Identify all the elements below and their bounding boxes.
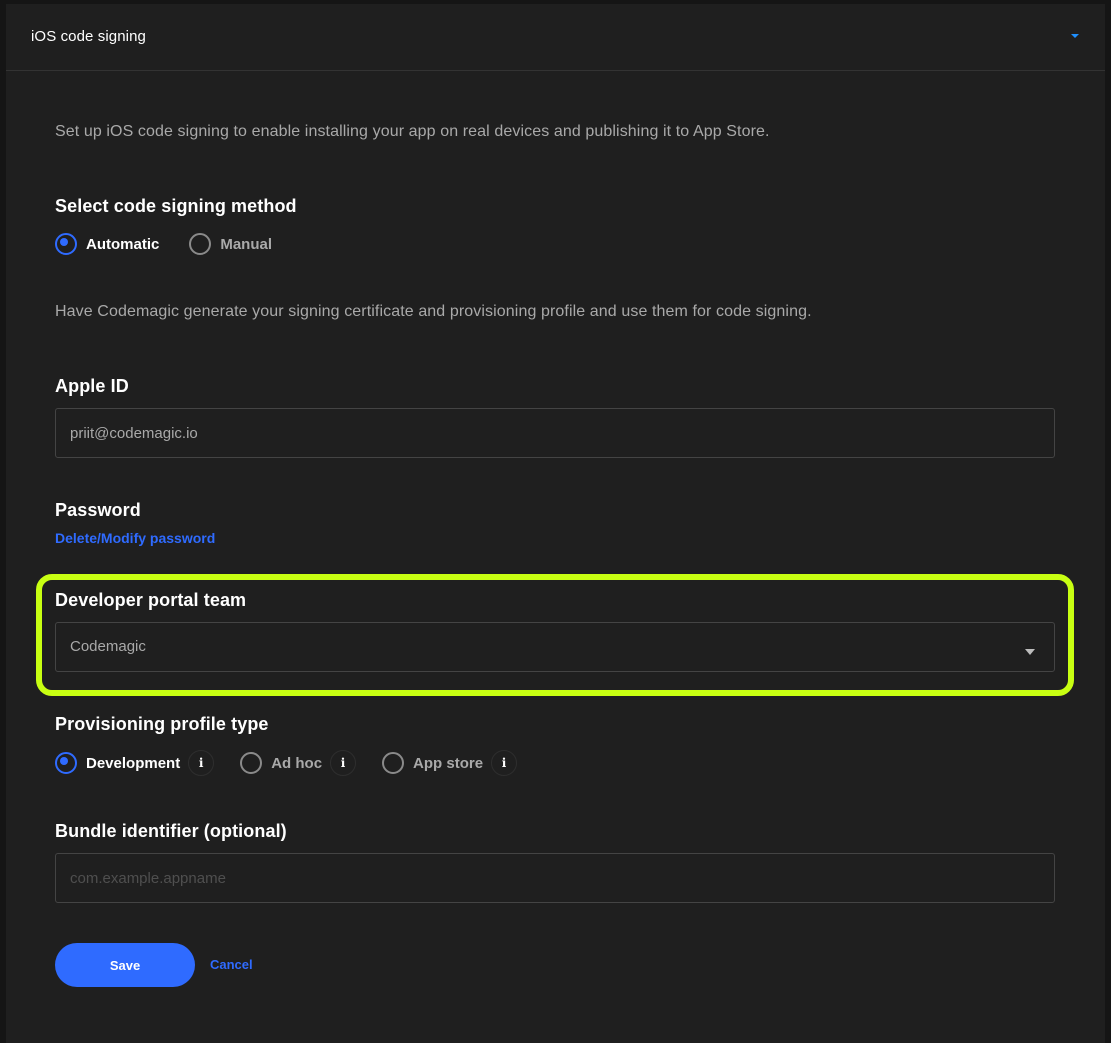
cancel-link[interactable]: Cancel [210,957,253,972]
apple-id-field[interactable] [55,408,1055,458]
intro-description: Set up iOS code signing to enable instal… [55,123,770,140]
radio-ad-hoc-label: Ad hoc [271,754,323,772]
signing-method-radio-group: Automatic Manual [55,233,272,255]
developer-team-select[interactable]: Codemagic [55,622,1055,672]
panel-header[interactable]: iOS code signing [6,4,1105,71]
radio-unchecked-icon[interactable] [240,752,263,774]
radio-app-store-label: App store [413,754,484,772]
info-icon[interactable]: i [491,750,518,776]
password-label: Password [55,500,141,520]
chevron-down-icon[interactable] [1067,28,1083,44]
panel-title: iOS code signing [31,28,147,45]
caret-down-icon [1024,643,1036,661]
profile-type-title: Provisioning profile type [55,714,269,734]
developer-team-selected: Codemagic [70,638,146,655]
modify-password-link[interactable]: Delete/Modify password [55,530,215,546]
radio-manual[interactable]: Manual [189,233,272,255]
bundle-id-label: Bundle identifier (optional) [55,821,287,841]
radio-unchecked-icon[interactable] [382,752,405,774]
radio-automatic-label: Automatic [86,235,160,253]
radio-manual-label: Manual [220,235,273,253]
radio-development-label: Development [86,754,181,772]
radio-checked-icon[interactable] [55,752,77,774]
radio-automatic[interactable]: Automatic [55,233,159,255]
radio-app-store[interactable]: App store [382,752,483,774]
signing-method-description: Have Codemagic generate your signing cer… [55,303,812,320]
radio-development[interactable]: Development [55,752,180,774]
developer-team-label: Developer portal team [55,590,247,610]
save-button[interactable]: Save [55,943,195,987]
bundle-id-field[interactable] [55,853,1055,903]
signing-method-title: Select code signing method [55,196,297,216]
info-icon[interactable]: i [330,750,357,776]
radio-ad-hoc[interactable]: Ad hoc [240,752,322,774]
profile-type-radio-group: Development i Ad hoc i App store i [55,750,518,776]
radio-checked-icon[interactable] [55,233,77,255]
radio-unchecked-icon[interactable] [189,233,212,255]
info-icon[interactable]: i [188,750,215,776]
apple-id-label: Apple ID [55,376,129,396]
